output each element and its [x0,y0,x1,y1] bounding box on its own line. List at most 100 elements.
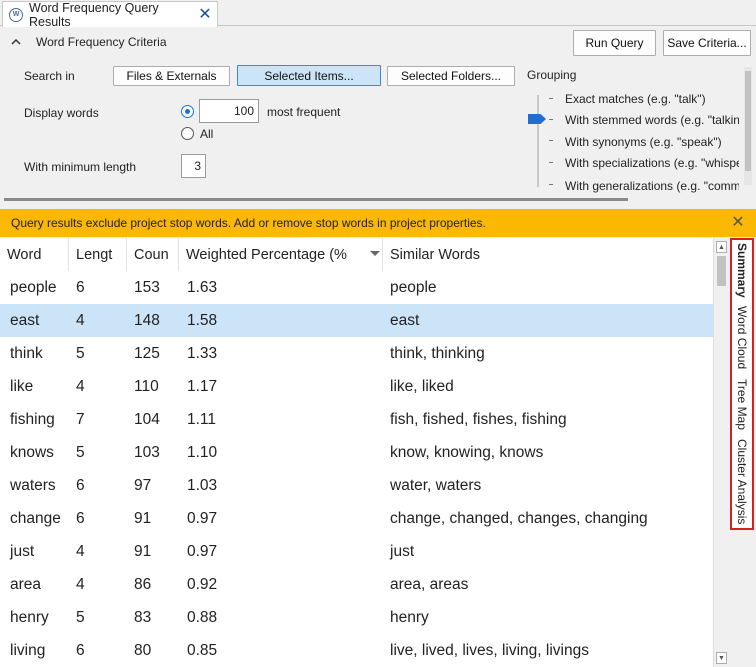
grouping-option-specializations[interactable]: With specializations (e.g. "whisper") [565,156,739,170]
display-words-label: Display words [24,106,99,120]
grouping-option-stemmed[interactable]: With stemmed words (e.g. "talking") [565,113,739,127]
length-cell: 6 [76,476,85,494]
side-tab-label: Word Cloud [735,306,749,370]
percentage-cell: 1.17 [187,377,218,395]
table-row[interactable]: fishing 7 104 1.11 fish, fished, fishes, fis… [0,403,713,436]
percentage-cell: 0.85 [187,641,218,659]
query-icon: W [9,7,23,22]
tab-title: Word Frequency Query Results [29,0,159,29]
column-header-length[interactable]: Lengt [69,238,127,271]
criteria-header[interactable]: Word Frequency Criteria [10,35,167,49]
scrollbar-thumb[interactable] [745,71,751,171]
slider-tick [549,98,553,99]
tab-word-frequency-results[interactable]: W Word Frequency Query Results ✕ [2,0,218,29]
word-cell: just [10,542,35,560]
table-row[interactable]: people 6 153 1.63 people [0,271,713,304]
most-frequent-label: most frequent [267,105,341,119]
count-cell: 148 [134,311,160,329]
files-externals-button[interactable]: Files & Externals [113,66,230,86]
percentage-cell: 1.11 [187,410,217,428]
side-tab-tree-map[interactable]: Tree Map [732,378,752,430]
grid-header: Word Lengt Coun Weighted Percentage (% S… [0,238,713,271]
selected-folders-button[interactable]: Selected Folders... [387,66,515,86]
run-query-button[interactable]: Run Query [573,30,656,56]
criteria-scrollbar[interactable] [744,67,752,185]
grouping-option-generalizations[interactable]: With generalizations (e.g. "communicate"… [565,179,739,193]
side-tab-word-cloud[interactable]: Word Cloud [732,304,752,372]
similar-words-cell: like, liked [390,377,454,395]
percentage-cell: 1.03 [187,476,218,494]
similar-words-cell: change, changed, changes, changing [390,509,648,527]
count-cell: 153 [134,278,160,296]
table-row[interactable]: like 4 110 1.17 like, liked [0,370,713,403]
count-cell: 110 [134,377,159,395]
table-row[interactable]: east 4 148 1.58 east [0,304,713,337]
similar-words-cell: just [390,542,415,560]
column-header-label: Weighted Percentage (% [186,246,347,263]
percentage-cell: 1.10 [187,443,218,461]
length-cell: 4 [76,377,85,395]
chevron-up-icon[interactable] [10,36,22,48]
similar-words-cell: think, thinking [390,344,485,362]
length-cell: 4 [76,311,85,329]
count-cell: 125 [134,344,160,362]
slider-tick [549,140,553,141]
selected-items-button[interactable]: Selected Items... [237,65,381,86]
side-tab-label: Cluster Analysis [735,439,749,525]
save-criteria-button[interactable]: Save Criteria... [663,30,751,56]
length-cell: 6 [76,509,85,527]
word-cell: change [10,509,61,527]
most-frequent-radio[interactable] [181,105,194,118]
similar-words-cell: east [390,311,420,329]
table-row[interactable]: living 6 80 0.85 live, lived, lives, living,… [0,634,713,667]
column-header-count[interactable]: Coun [127,238,179,271]
similar-words-cell: live, lived, lives, living, livings [390,641,589,659]
grid-scrollbar[interactable]: ▲ ▼ [713,238,728,667]
percentage-cell: 1.33 [187,344,218,362]
min-length-label: With minimum length [24,160,137,174]
column-header-word[interactable]: Word [0,238,69,271]
grouping-slider-thumb[interactable] [528,114,546,124]
length-cell: 4 [76,542,85,560]
table-row[interactable]: knows 5 103 1.10 know, knowing, knows [0,436,713,469]
length-cell: 6 [76,278,85,296]
scroll-up-icon[interactable]: ▲ [716,241,727,253]
word-cell: area [10,575,42,593]
count-cell: 91 [134,542,152,560]
table-row[interactable]: just 4 91 0.97 just [0,535,713,568]
table-row[interactable]: area 4 86 0.92 area, areas [0,568,713,601]
word-cell: henry [10,608,49,626]
grouping-slider-track[interactable] [537,95,539,187]
criteria-hscrollbar[interactable] [4,198,628,201]
word-cell: people [10,278,57,296]
table-row[interactable]: henry 5 83 0.88 henry [0,601,713,634]
similar-words-cell: water, waters [390,476,482,494]
column-header-similar-words[interactable]: Similar Words [383,238,713,271]
side-tab-cluster-analysis[interactable]: Cluster Analysis [732,438,752,526]
scroll-down-icon[interactable]: ▼ [716,652,727,664]
side-tab-summary[interactable]: Summary [732,242,752,298]
word-cell: living [10,641,46,659]
display-count-input[interactable]: 100 [199,99,259,123]
percentage-cell: 0.92 [187,575,218,593]
grouping-option-exact[interactable]: Exact matches (e.g. "talk") [565,92,739,106]
banner-text: Query results exclude project stop words… [11,216,486,230]
word-cell: fishing [10,410,55,428]
table-row[interactable]: think 5 125 1.33 think, thinking [0,337,713,370]
length-cell: 5 [76,608,85,626]
percentage-cell: 1.63 [187,278,218,296]
all-radio[interactable] [181,127,194,140]
side-tab-label: Summary [735,242,749,298]
side-tab-label: Tree Map [735,378,749,430]
table-row[interactable]: change 6 91 0.97 change, changed, changes, c… [0,502,713,535]
count-cell: 97 [134,476,152,494]
word-cell: knows [10,443,54,461]
close-icon[interactable]: ✕ [197,6,213,23]
close-icon[interactable]: ✕ [730,215,746,231]
grouping-option-synonyms[interactable]: With synonyms (e.g. "speak") [565,135,739,149]
min-length-input[interactable]: 3 [181,154,206,178]
scrollbar-thumb[interactable] [717,256,726,286]
table-row[interactable]: waters 6 97 1.03 water, waters [0,469,713,502]
column-header-weighted-percentage[interactable]: Weighted Percentage (% [179,238,383,271]
similar-words-cell: fish, fished, fishes, fishing [390,410,567,428]
